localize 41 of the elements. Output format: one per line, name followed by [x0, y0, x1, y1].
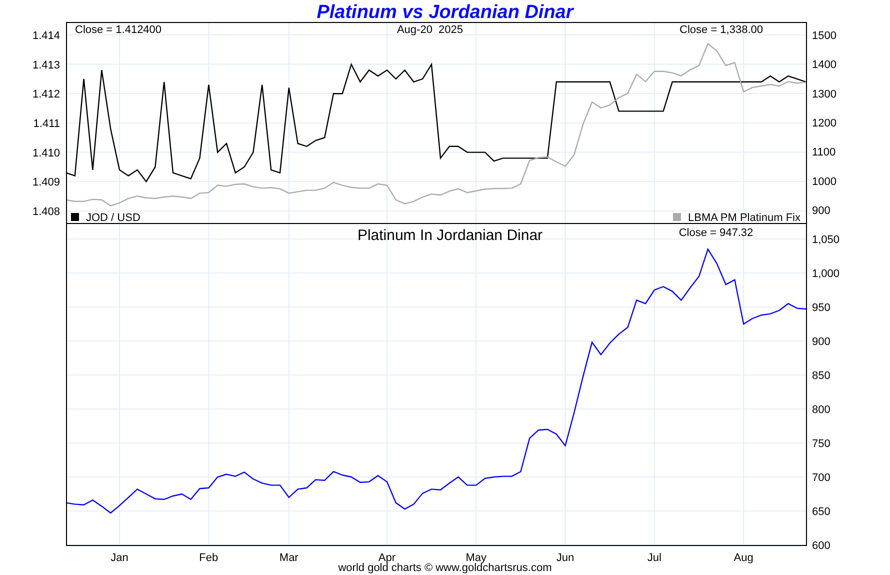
- axis-label: 1.408: [32, 206, 60, 218]
- axis-label: 800: [812, 404, 830, 416]
- axis-label: 1300: [812, 88, 836, 100]
- close-label: Close = 1.412400: [75, 24, 162, 36]
- axis-label: 700: [812, 472, 830, 484]
- axis-label: 1.414: [32, 30, 60, 42]
- axis-label: 950: [812, 302, 830, 314]
- axis-label: 750: [812, 438, 830, 450]
- axis-label: 1,000: [812, 268, 840, 280]
- axis-label: 650: [812, 506, 830, 518]
- close-label: Close = 947.32: [678, 227, 754, 239]
- axis-label: 1000: [812, 176, 836, 188]
- axis-label: Apr: [378, 552, 396, 564]
- chart-title: Platinum In Jordanian Dinar: [357, 227, 543, 244]
- chart-title: Platinum vs Jordanian Dinar: [316, 1, 575, 21]
- axis-label: Mar: [279, 552, 298, 564]
- axis-label: Jan: [110, 552, 128, 564]
- axis-label: Jul: [647, 552, 662, 564]
- date-label: Aug-20 2025: [396, 24, 464, 36]
- axis-label: Feb: [199, 552, 218, 564]
- axis-label: 1200: [812, 118, 836, 130]
- legend-label: JOD / USD: [86, 212, 140, 224]
- axis-label: Aug: [734, 552, 754, 564]
- axis-label: 1.413: [32, 59, 60, 72]
- axis-label: 1500: [812, 30, 836, 42]
- axis-label: 1.411: [33, 118, 60, 130]
- axis-label: 1,050: [812, 234, 840, 246]
- axis-label: 1.412: [32, 88, 60, 101]
- axis-label: 1.410: [32, 147, 60, 160]
- copyright-text: world gold charts © www.goldchartsrus.com: [338, 562, 552, 574]
- axis-label: Jun: [556, 552, 574, 564]
- axis-label: 1.409: [32, 176, 60, 189]
- close-label: Close = 1,338.00: [680, 24, 763, 36]
- axis-label: 900: [812, 205, 830, 218]
- legend-label: LBMA PM Platinum Fix: [688, 212, 800, 224]
- axis-label: 900: [812, 336, 830, 348]
- axis-label: 1100: [812, 146, 836, 159]
- axis-label: 600: [812, 540, 830, 552]
- axis-label: 1400: [812, 59, 836, 72]
- axis-label: May: [466, 552, 486, 564]
- axis-label: 850: [812, 370, 830, 382]
